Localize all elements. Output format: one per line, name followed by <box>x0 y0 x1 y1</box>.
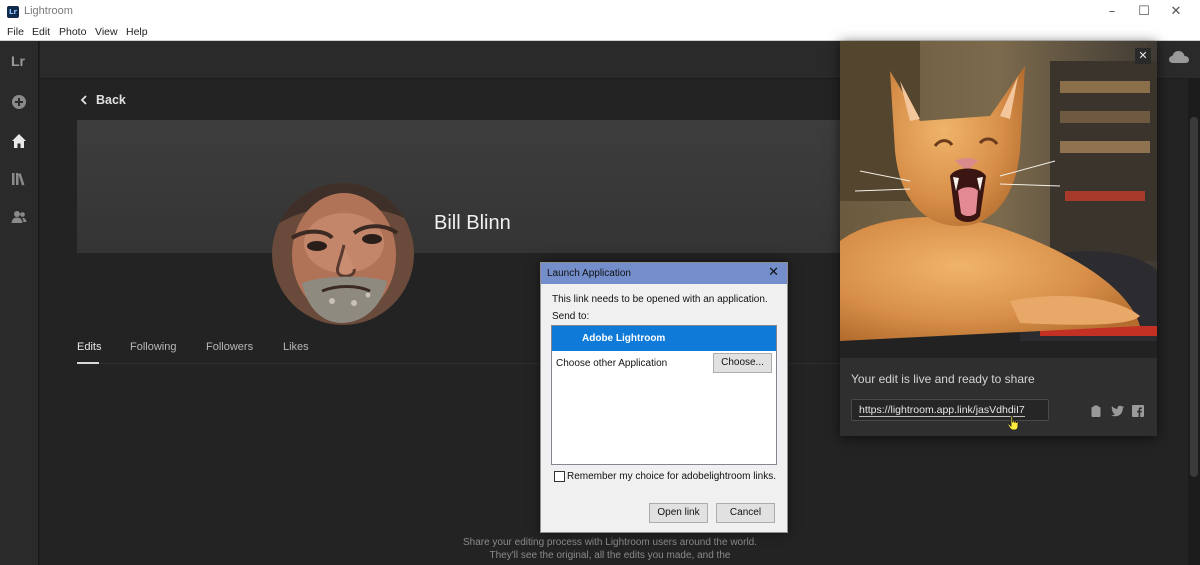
cloud-icon <box>1169 51 1189 63</box>
share-panel: ✕ Your edit is live and ready to share h… <box>840 41 1157 436</box>
window-titlebar: Lr Lightroom – ☐ ✕ <box>0 0 1200 24</box>
cloud-sync-button[interactable] <box>1168 49 1190 70</box>
dialog-close-button[interactable]: ✕ <box>768 265 779 280</box>
copy-link-button[interactable] <box>1090 404 1102 417</box>
dialog-title: Launch Application <box>547 268 631 279</box>
clipboard-icon <box>1091 405 1101 417</box>
menu-help[interactable]: Help <box>126 26 148 38</box>
home-icon <box>12 134 26 148</box>
scrollbar-thumb[interactable] <box>1190 117 1198 477</box>
avatar-illustration <box>272 183 414 325</box>
menu-file[interactable]: File <box>7 26 24 38</box>
share-message: Your edit is live and ready to share <box>851 372 1035 386</box>
tab-following[interactable]: Following <box>130 341 176 353</box>
share-link[interactable]: https://lightroom.app.link/jasVdhdiI7 <box>859 404 1025 417</box>
cancel-button[interactable]: Cancel <box>716 503 775 523</box>
send-to-label: Send to: <box>552 311 590 322</box>
back-label: Back <box>96 93 126 107</box>
left-sidebar: Lr <box>0 41 39 565</box>
hand-cursor <box>1007 415 1021 436</box>
library-icon <box>12 173 25 186</box>
cat-photo <box>840 41 1157 358</box>
app-option-choose-other[interactable]: Choose other Application <box>556 358 667 369</box>
add-photos-button[interactable] <box>9 92 29 112</box>
facebook-icon <box>1132 405 1144 417</box>
add-icon <box>12 95 26 109</box>
app-option-label: Adobe Lightroom <box>582 333 666 344</box>
home-button[interactable] <box>9 131 29 151</box>
lightroom-app-icon: Lr <box>7 6 19 18</box>
avatar <box>272 183 414 325</box>
hand-pointer-icon <box>1007 415 1019 431</box>
window-close-button[interactable]: ✕ <box>1161 2 1191 22</box>
menu-view[interactable]: View <box>95 26 118 38</box>
facebook-share-button[interactable] <box>1132 404 1144 417</box>
vertical-scrollbar[interactable] <box>1188 79 1200 565</box>
tab-likes[interactable]: Likes <box>283 341 309 353</box>
minimize-button[interactable]: – <box>1097 2 1127 22</box>
share-close-button[interactable]: ✕ <box>1135 48 1151 64</box>
maximize-button[interactable]: ☐ <box>1129 2 1159 22</box>
tab-followers[interactable]: Followers <box>206 341 253 353</box>
open-link-button[interactable]: Open link <box>649 503 708 523</box>
app-option-adobe-lightroom[interactable]: Adobe Lightroom <box>552 326 776 351</box>
people-icon <box>11 211 27 223</box>
menu-bar: File Edit Photo View Help <box>0 24 1200 41</box>
people-button[interactable] <box>9 207 29 227</box>
menu-photo[interactable]: Photo <box>59 26 86 38</box>
application-list[interactable]: Adobe Lightroom Choose other Application… <box>551 325 777 465</box>
chevron-left-icon <box>80 95 87 105</box>
remember-choice-row[interactable]: Remember my choice for adobelightroom li… <box>554 471 776 482</box>
dialog-message: This link needs to be opened with an app… <box>552 294 768 305</box>
twitter-share-button[interactable] <box>1111 404 1124 417</box>
remember-choice-checkbox[interactable] <box>554 471 565 482</box>
window-title: Lightroom <box>24 5 73 17</box>
empty-state-text: Share your editing process with Lightroo… <box>462 537 758 561</box>
twitter-icon <box>1111 405 1124 417</box>
back-button[interactable]: Back <box>80 93 126 107</box>
dialog-titlebar: Launch Application ✕ <box>541 263 787 284</box>
library-button[interactable] <box>9 169 29 189</box>
tab-edits[interactable]: Edits <box>77 341 101 353</box>
shared-photo <box>840 41 1157 358</box>
remember-choice-label: Remember my choice for adobelightroom li… <box>567 471 776 482</box>
choose-button[interactable]: Choose... <box>713 353 772 373</box>
launch-application-dialog: Launch Application ✕ This link needs to … <box>540 262 788 533</box>
lr-logo: Lr <box>11 53 25 69</box>
profile-name: Bill Blinn <box>434 212 511 234</box>
active-tab-indicator <box>77 362 99 364</box>
menu-edit[interactable]: Edit <box>32 26 50 38</box>
